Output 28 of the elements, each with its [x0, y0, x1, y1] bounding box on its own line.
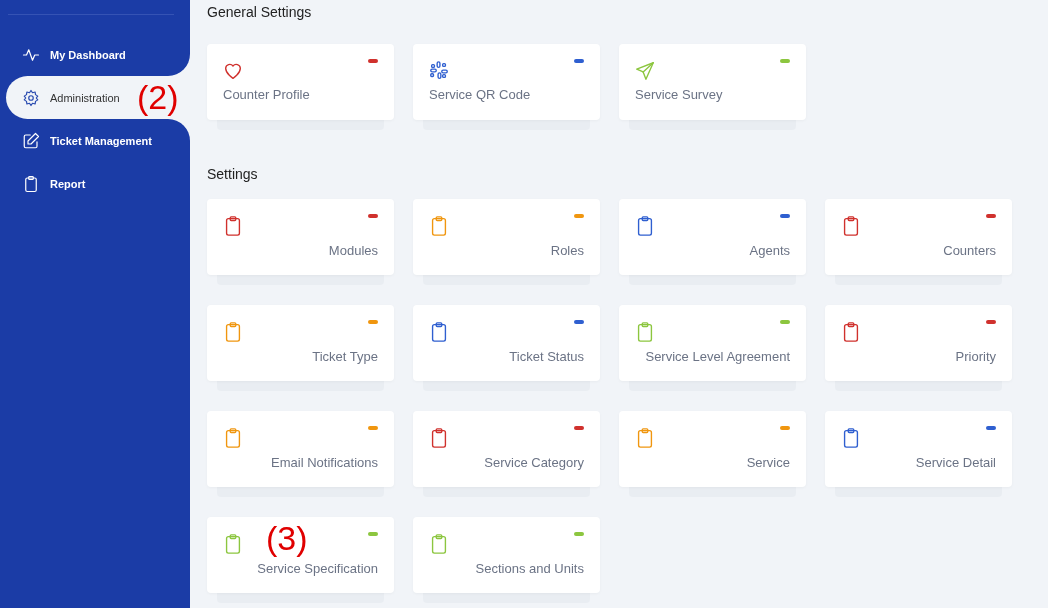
- settings-card[interactable]: Roles: [413, 199, 600, 275]
- sidebar-item[interactable]: Ticket Management: [0, 119, 190, 162]
- settings-card[interactable]: Email Notifications: [207, 411, 394, 487]
- grid-icon: [428, 60, 450, 82]
- clipboard-icon: [22, 174, 40, 193]
- callout-label: (3): [266, 521, 308, 555]
- settings-card[interactable]: Ticket Type: [207, 305, 394, 381]
- settings-card[interactable]: Service Survey: [619, 44, 806, 120]
- send-icon: [634, 60, 656, 82]
- sidebar-item[interactable]: Report: [0, 162, 190, 205]
- settings-card[interactable]: Counter Profile: [207, 44, 394, 120]
- settings-icon: [22, 88, 40, 107]
- settings-card[interactable]: Modules: [207, 199, 394, 275]
- edit-icon: [22, 131, 40, 150]
- section-title: Settings: [207, 166, 259, 184]
- settings-card[interactable]: Service QR Code: [413, 44, 600, 120]
- sidebar-item[interactable]: My Dashboard: [0, 33, 190, 76]
- settings-card[interactable]: Service Detail: [825, 411, 1012, 487]
- settings-card[interactable]: Priority: [825, 305, 1012, 381]
- settings-card[interactable]: Service Category: [413, 411, 600, 487]
- settings-card[interactable]: Sections and Units: [413, 517, 600, 593]
- callout-label: (2): [137, 80, 179, 114]
- settings-card[interactable]: Service: [619, 411, 806, 487]
- settings-card[interactable]: Agents: [619, 199, 806, 275]
- settings-card[interactable]: Ticket Status: [413, 305, 600, 381]
- settings-card[interactable]: Service Level Agreement: [619, 305, 806, 381]
- section-title: General Settings: [207, 4, 313, 22]
- settings-card[interactable]: Counters: [825, 199, 1012, 275]
